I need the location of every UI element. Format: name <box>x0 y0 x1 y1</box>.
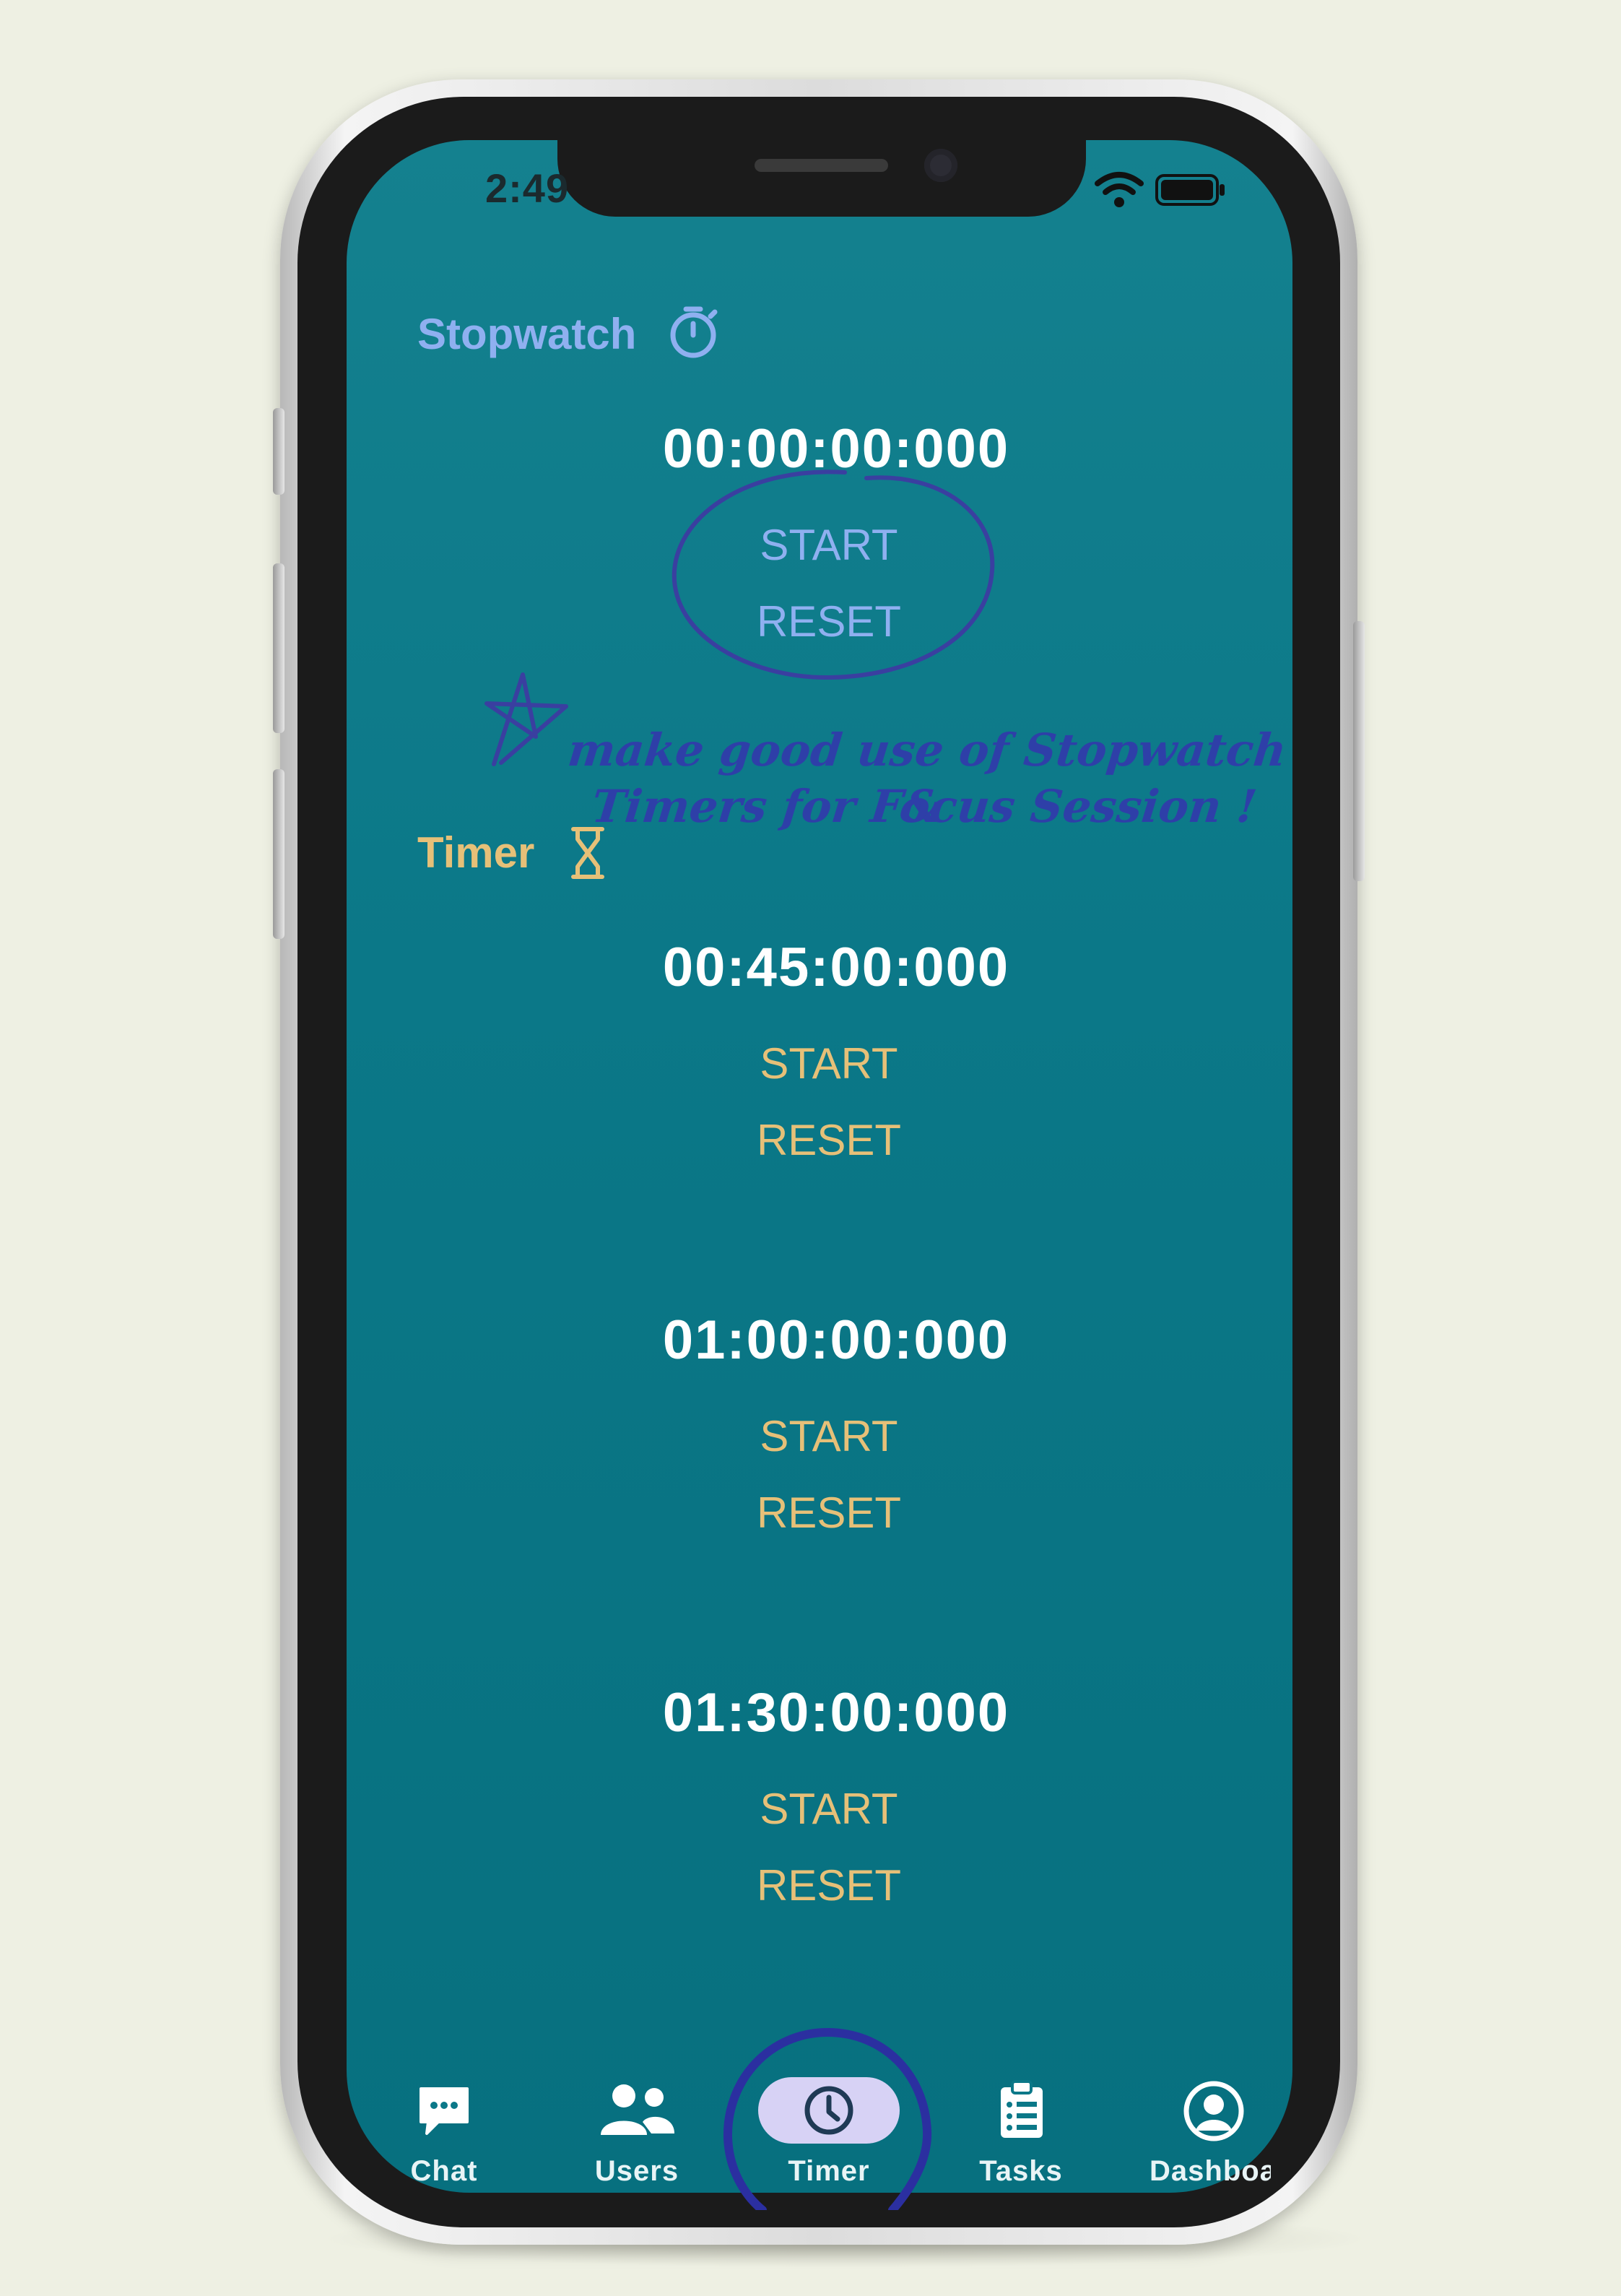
nav-item-dashboard[interactable]: Dashboa <box>1119 2066 1271 2188</box>
timer-title: Timer <box>417 828 535 877</box>
nav-item-users[interactable]: Users <box>543 2066 731 2188</box>
timer-60min-reset-button[interactable]: RESET <box>685 1488 973 1538</box>
nav-item-tasks[interactable]: Tasks <box>927 2066 1115 2188</box>
clipboard-icon <box>1001 2080 1043 2138</box>
mute-switch <box>273 408 284 495</box>
nav-label-chat: Chat <box>410 2155 478 2187</box>
annotation-nav-circle <box>723 2028 932 2210</box>
nav-label-tasks: Tasks <box>979 2155 1063 2187</box>
users-icon <box>601 2084 674 2135</box>
volume-down-button <box>273 769 284 939</box>
timer-90min-start-button[interactable]: START <box>685 1784 973 1834</box>
speaker-grille <box>755 159 888 172</box>
notch <box>557 130 1086 217</box>
timer-time-90min: 01:30:00:000 <box>662 1682 1010 1743</box>
timer-45min-start-button[interactable]: START <box>685 1039 973 1088</box>
hourglass-icon <box>571 827 604 879</box>
nav-item-chat[interactable]: Chat <box>350 2066 538 2188</box>
nav-label-dashboard: Dashboa <box>1150 2155 1271 2187</box>
timer-time-60min: 01:00:00:000 <box>662 1309 1010 1371</box>
volume-up-button <box>273 563 284 733</box>
stopwatch-title: Stopwatch <box>417 310 637 358</box>
annotation-circle <box>672 469 995 680</box>
nav-label-users: Users <box>594 2155 679 2187</box>
chat-icon <box>420 2087 469 2135</box>
annotation-note-line2: Timers for Focus Session ! <box>589 780 1260 833</box>
timer-45min-reset-button[interactable]: RESET <box>685 1115 973 1165</box>
wifi-icon <box>1095 172 1144 207</box>
stopwatch-icon <box>670 306 718 358</box>
profile-icon <box>1183 2081 1244 2141</box>
timer-time-45min: 00:45:00:000 <box>662 937 1010 998</box>
status-bar-time: 2:49 <box>485 165 570 211</box>
timer-90min-reset-button[interactable]: RESET <box>685 1860 973 1910</box>
power-button <box>1353 621 1365 881</box>
front-camera <box>924 149 957 182</box>
battery-icon <box>1155 174 1225 206</box>
timer-60min-start-button[interactable]: START <box>685 1411 973 1461</box>
